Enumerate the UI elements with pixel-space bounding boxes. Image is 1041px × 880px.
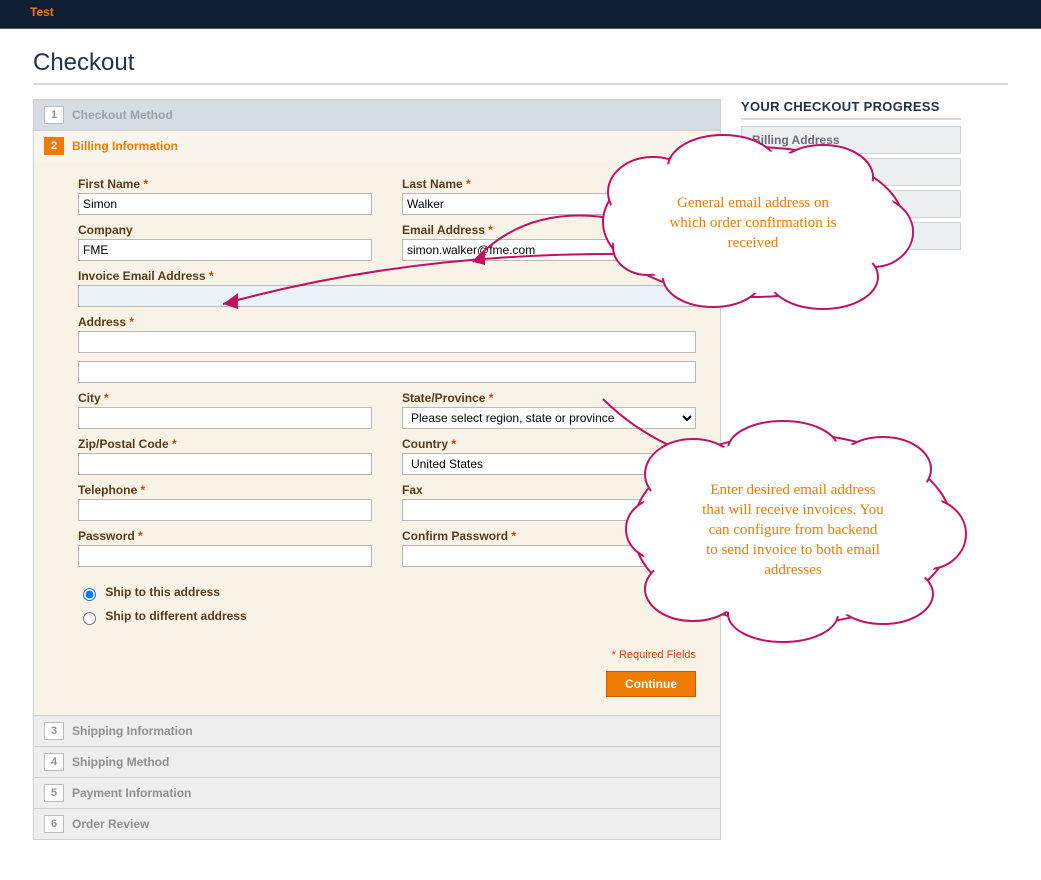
first-name-input[interactable] <box>78 193 372 215</box>
password-label: Password * <box>78 529 372 543</box>
progress-payment-method[interactable]: Payment Method <box>741 222 961 250</box>
first-name-label: First Name * <box>78 177 372 191</box>
company-input[interactable] <box>78 239 372 261</box>
fax-input[interactable] <box>402 499 696 521</box>
progress-shipping-method[interactable]: Shipping Method <box>741 190 961 218</box>
invoice-email-input[interactable] <box>78 285 696 307</box>
zip-input[interactable] <box>78 453 372 475</box>
progress-title: YOUR CHECKOUT PROGRESS <box>741 99 961 120</box>
telephone-label: Telephone * <box>78 483 372 497</box>
telephone-input[interactable] <box>78 499 372 521</box>
ship-to-different-radio[interactable] <box>83 612 96 625</box>
step-num: 3 <box>44 722 64 740</box>
ship-to-different-label: Ship to different address <box>105 609 246 623</box>
step-label: Payment Information <box>72 786 191 800</box>
country-label: Country * <box>402 437 696 451</box>
password-input[interactable] <box>78 545 372 567</box>
step-label: Billing Information <box>72 139 178 153</box>
state-select[interactable]: Please select region, state or province <box>402 407 696 429</box>
step-label: Shipping Method <box>72 755 169 769</box>
address-line1-input[interactable] <box>78 331 696 353</box>
topbar-link[interactable]: Test <box>30 5 54 19</box>
address-line2-input[interactable] <box>78 361 696 383</box>
confirm-password-input[interactable] <box>402 545 696 567</box>
title-divider <box>33 83 1008 85</box>
ship-to-this-radio[interactable] <box>83 588 96 601</box>
checkout-progress-sidebar: YOUR CHECKOUT PROGRESS Billing Address S… <box>741 99 961 254</box>
company-label: Company <box>78 223 372 237</box>
step-num: 4 <box>44 753 64 771</box>
invoice-email-label: Invoice Email Address * <box>78 269 696 283</box>
email-label: Email Address * <box>402 223 696 237</box>
step-checkout-method[interactable]: 1 Checkout Method <box>34 100 720 130</box>
step-num: 2 <box>44 137 64 155</box>
city-input[interactable] <box>78 407 372 429</box>
required-fields-note: * Required Fields <box>78 649 696 661</box>
step-label: Order Review <box>72 817 149 831</box>
address-label: Address * <box>78 315 696 329</box>
checkout-accordion: 1 Checkout Method 2 Billing Information … <box>33 99 721 840</box>
last-name-input[interactable] <box>402 193 696 215</box>
step-payment-information[interactable]: 5 Payment Information <box>34 777 720 808</box>
step-num: 1 <box>44 106 64 124</box>
fax-label: Fax <box>402 483 696 497</box>
step-billing-information[interactable]: 2 Billing Information <box>34 130 720 161</box>
step-label: Checkout Method <box>72 108 173 122</box>
step-order-review[interactable]: 6 Order Review <box>34 808 720 839</box>
step-num: 6 <box>44 815 64 833</box>
step-label: Shipping Information <box>72 724 193 738</box>
page-title: Checkout <box>33 49 1008 77</box>
confirm-password-label: Confirm Password * <box>402 529 696 543</box>
zip-label: Zip/Postal Code * <box>78 437 372 451</box>
country-select[interactable]: United States <box>402 453 696 475</box>
city-label: City * <box>78 391 372 405</box>
step-shipping-method[interactable]: 4 Shipping Method <box>34 746 720 777</box>
email-input[interactable] <box>402 239 696 261</box>
state-label: State/Province * <box>402 391 696 405</box>
billing-form: First Name * Last Name * <box>34 161 720 715</box>
ship-to-this-label: Ship to this address <box>105 585 220 599</box>
progress-shipping-address[interactable]: Shipping Address <box>741 158 961 186</box>
last-name-label: Last Name * <box>402 177 696 191</box>
step-num: 5 <box>44 784 64 802</box>
continue-button[interactable]: Continue <box>606 671 696 697</box>
progress-billing-address[interactable]: Billing Address <box>741 126 961 154</box>
topbar: Test <box>0 0 1041 29</box>
step-shipping-information[interactable]: 3 Shipping Information <box>34 715 720 746</box>
